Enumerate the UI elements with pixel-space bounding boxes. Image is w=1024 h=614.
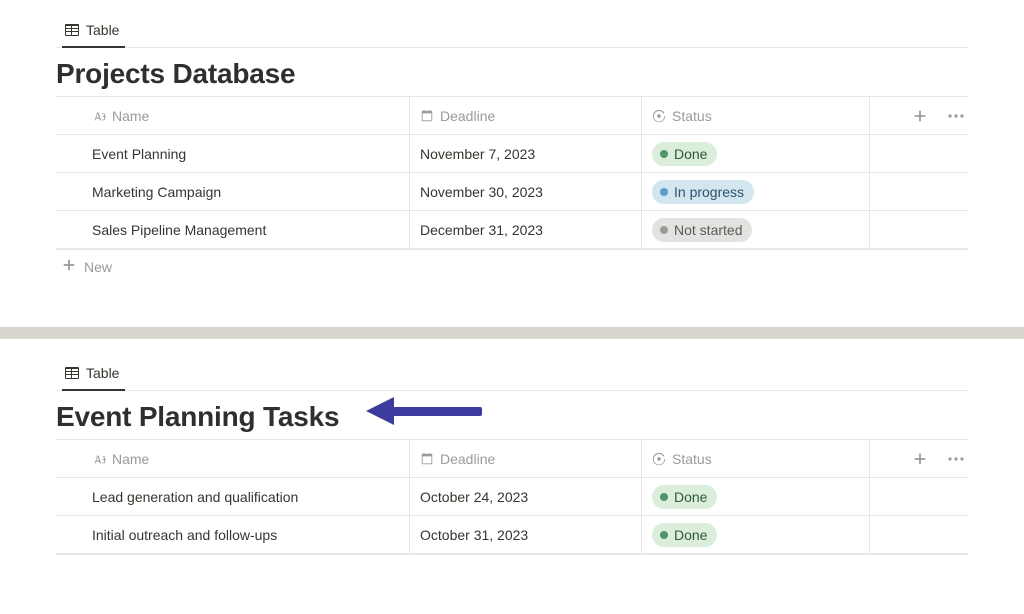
status-dot-icon bbox=[660, 493, 668, 501]
database-block-projects: Table Projects Database Name Deadline bbox=[0, 16, 1024, 285]
column-header-status[interactable]: Status bbox=[642, 440, 870, 477]
status-label: In progress bbox=[674, 182, 744, 202]
event-tasks-table: Name Deadline Status bbox=[56, 439, 968, 555]
status-badge: Done bbox=[652, 142, 717, 166]
view-tab-table[interactable]: Table bbox=[62, 16, 125, 48]
column-header-status-label: Status bbox=[672, 108, 712, 124]
add-column-button[interactable] bbox=[908, 447, 932, 471]
status-dot-icon bbox=[660, 188, 668, 196]
annotation-arrow-icon bbox=[366, 393, 486, 429]
cell-deadline[interactable]: October 24, 2023 bbox=[410, 478, 642, 515]
status-label: Done bbox=[674, 144, 707, 164]
cell-tail bbox=[870, 516, 968, 553]
column-header-actions bbox=[870, 97, 968, 134]
cell-name[interactable]: Lead generation and qualification bbox=[56, 478, 410, 515]
calendar-icon bbox=[420, 452, 434, 466]
status-badge: Not started bbox=[652, 218, 752, 242]
cell-tail bbox=[870, 135, 968, 172]
table-icon bbox=[64, 365, 80, 381]
projects-table: Name Deadline Status bbox=[56, 96, 968, 250]
database-title[interactable]: Projects Database bbox=[56, 58, 968, 90]
table-more-button[interactable] bbox=[944, 447, 968, 471]
page: Table Projects Database Name Deadline bbox=[0, 0, 1024, 555]
database-block-event-tasks: Table Event Planning Tasks Name bbox=[0, 359, 1024, 555]
title-property-icon bbox=[92, 452, 106, 466]
cell-deadline[interactable]: November 30, 2023 bbox=[410, 173, 642, 210]
view-tabs: Table bbox=[56, 359, 968, 391]
status-icon bbox=[652, 109, 666, 123]
table-icon bbox=[64, 22, 80, 38]
view-tab-table[interactable]: Table bbox=[62, 359, 125, 391]
status-dot-icon bbox=[660, 531, 668, 539]
column-header-name[interactable]: Name bbox=[56, 440, 410, 477]
view-tabs: Table bbox=[56, 16, 968, 48]
table-more-button[interactable] bbox=[944, 104, 968, 128]
column-header-status-label: Status bbox=[672, 451, 712, 467]
status-label: Done bbox=[674, 487, 707, 507]
cell-name[interactable]: Event Planning bbox=[56, 135, 410, 172]
column-header-deadline-label: Deadline bbox=[440, 108, 495, 124]
column-header-name-label: Name bbox=[112, 451, 149, 467]
cell-tail bbox=[870, 478, 968, 515]
table-row[interactable]: Sales Pipeline Management December 31, 2… bbox=[56, 211, 968, 249]
column-header-name[interactable]: Name bbox=[56, 97, 410, 134]
table-row[interactable]: Initial outreach and follow-ups October … bbox=[56, 516, 968, 554]
new-row-label: New bbox=[84, 259, 112, 275]
table-row[interactable]: Event Planning November 7, 2023 Done bbox=[56, 135, 968, 173]
cell-status[interactable]: Done bbox=[642, 478, 870, 515]
view-tab-label: Table bbox=[86, 22, 119, 38]
cell-status[interactable]: Done bbox=[642, 135, 870, 172]
column-header-deadline[interactable]: Deadline bbox=[410, 97, 642, 134]
plus-icon bbox=[62, 258, 76, 275]
column-header-actions bbox=[870, 440, 968, 477]
cell-deadline[interactable]: November 7, 2023 bbox=[410, 135, 642, 172]
title-property-icon bbox=[92, 109, 106, 123]
cell-deadline[interactable]: October 31, 2023 bbox=[410, 516, 642, 553]
column-header-status[interactable]: Status bbox=[642, 97, 870, 134]
new-row-button[interactable]: New bbox=[56, 250, 968, 285]
cell-name[interactable]: Marketing Campaign bbox=[56, 173, 410, 210]
calendar-icon bbox=[420, 109, 434, 123]
status-badge: Done bbox=[652, 485, 717, 509]
status-icon bbox=[652, 452, 666, 466]
status-dot-icon bbox=[660, 226, 668, 234]
section-divider bbox=[0, 327, 1024, 339]
column-header-name-label: Name bbox=[112, 108, 149, 124]
status-badge: Done bbox=[652, 523, 717, 547]
status-dot-icon bbox=[660, 150, 668, 158]
cell-status[interactable]: Done bbox=[642, 516, 870, 553]
table-header-row: Name Deadline Status bbox=[56, 97, 968, 135]
cell-tail bbox=[870, 211, 968, 248]
cell-deadline[interactable]: December 31, 2023 bbox=[410, 211, 642, 248]
table-header-row: Name Deadline Status bbox=[56, 440, 968, 478]
cell-status[interactable]: In progress bbox=[642, 173, 870, 210]
cell-status[interactable]: Not started bbox=[642, 211, 870, 248]
view-tab-label: Table bbox=[86, 365, 119, 381]
database-title[interactable]: Event Planning Tasks bbox=[56, 401, 339, 433]
cell-tail bbox=[870, 173, 968, 210]
column-header-deadline[interactable]: Deadline bbox=[410, 440, 642, 477]
status-label: Not started bbox=[674, 220, 742, 240]
cell-name[interactable]: Sales Pipeline Management bbox=[56, 211, 410, 248]
status-label: Done bbox=[674, 525, 707, 545]
cell-name[interactable]: Initial outreach and follow-ups bbox=[56, 516, 410, 553]
status-badge: In progress bbox=[652, 180, 754, 204]
add-column-button[interactable] bbox=[908, 104, 932, 128]
column-header-deadline-label: Deadline bbox=[440, 451, 495, 467]
table-row[interactable]: Marketing Campaign November 30, 2023 In … bbox=[56, 173, 968, 211]
table-row[interactable]: Lead generation and qualification Octobe… bbox=[56, 478, 968, 516]
